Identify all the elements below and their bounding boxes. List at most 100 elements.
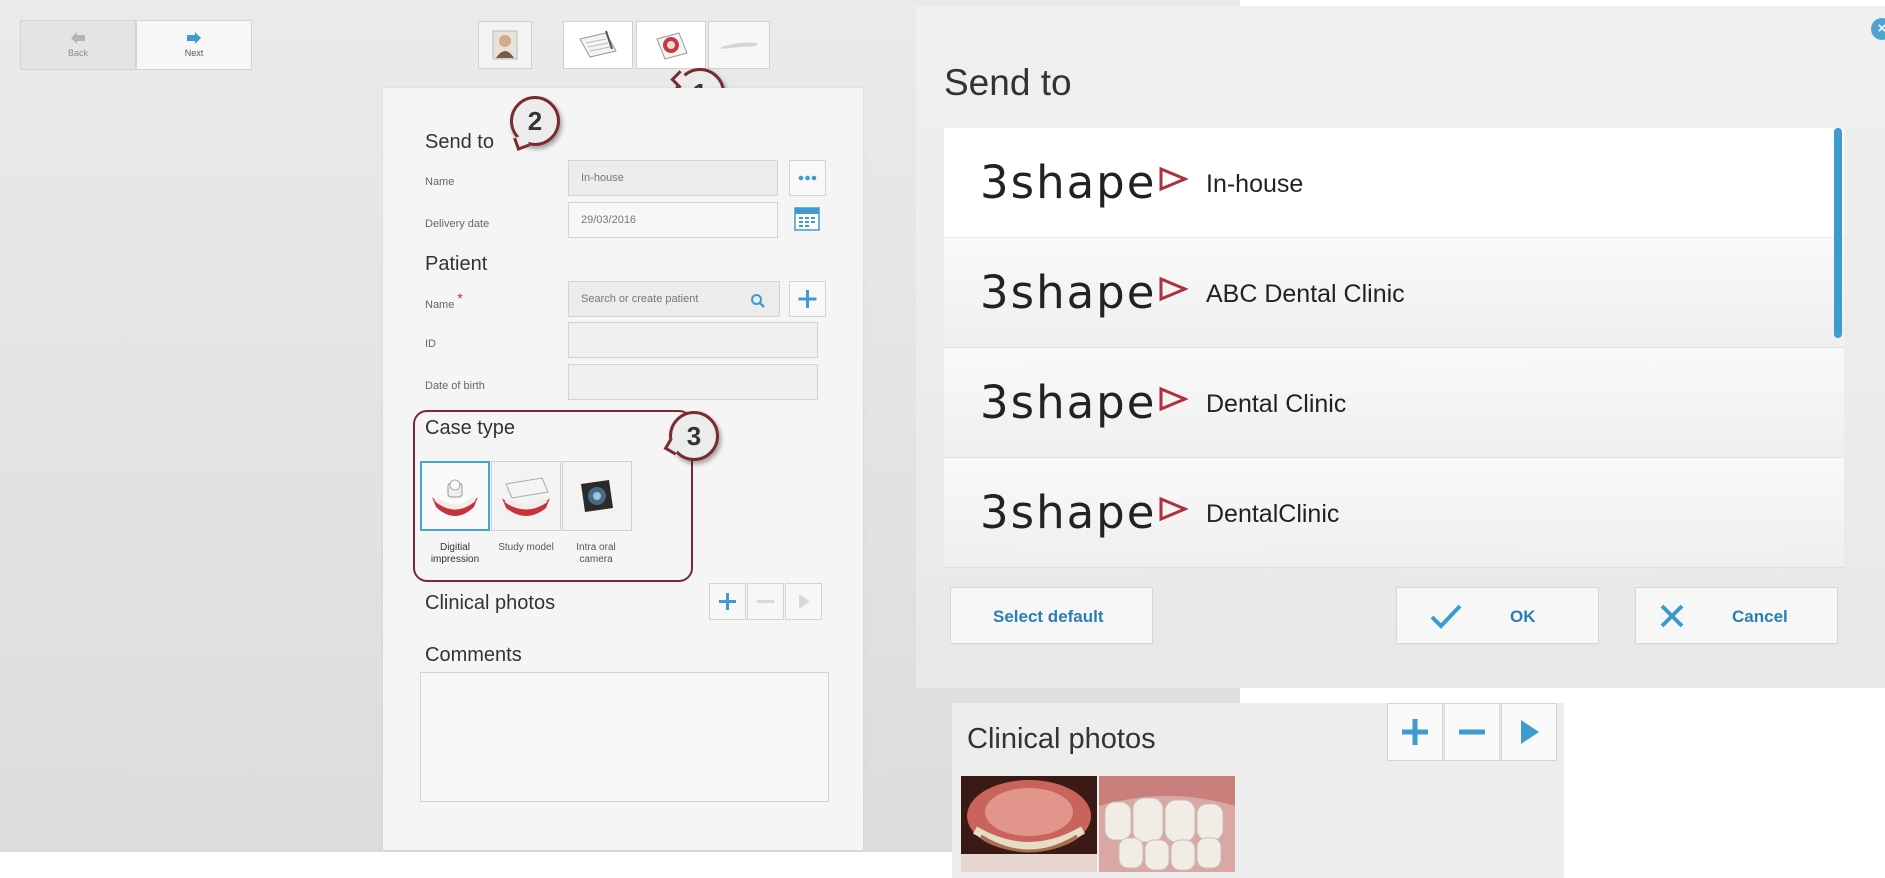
clinical-photos-heading: Clinical photos (425, 592, 556, 614)
plus-icon (719, 593, 736, 610)
front-teeth-photo (1099, 776, 1235, 872)
clinical-photo-thumbnail[interactable] (961, 776, 1097, 872)
calendar-button[interactable] (789, 202, 826, 238)
order-form-icon (579, 30, 617, 58)
patient-photo-icon (492, 30, 518, 60)
close-icon[interactable]: × (1871, 18, 1885, 40)
select-default-label: Select default (993, 607, 1104, 626)
case-type-heading: Case type (425, 417, 516, 439)
remove-photo-button[interactable] (1444, 703, 1500, 761)
patient-heading: Patient (425, 253, 488, 275)
order-form-panel: 2 Send to Name In-house Delivery date 29… (383, 88, 863, 850)
lab-list-item[interactable]: 3shape ABC Dental Clinic (944, 238, 1844, 348)
send-to-heading: Send to (425, 131, 494, 153)
3shape-triangle-icon (1159, 166, 1188, 192)
patient-id-field[interactable] (568, 322, 818, 358)
lab-name: Dental Clinic (1206, 390, 1347, 418)
arrow-left-icon (71, 32, 85, 44)
lab-logo: 3shape (980, 376, 1188, 429)
patient-search-field[interactable]: Search or create patient (568, 281, 780, 317)
patient-dob-field[interactable] (568, 364, 818, 400)
search-icon[interactable] (750, 293, 766, 309)
lab-list-item[interactable]: 3shape Dental Clinic (944, 348, 1844, 458)
logo-text: 3shape (980, 156, 1157, 209)
case-study-model[interactable] (491, 461, 561, 531)
lab-name: In-house (1206, 170, 1304, 198)
inset-title: Clinical photos (967, 723, 1156, 755)
step-order-form[interactable] (563, 21, 633, 69)
callout-3: 3 (669, 411, 719, 461)
case-intra-oral-camera-label: Intra oral camera (576, 542, 616, 565)
add-patient-button[interactable] (789, 281, 826, 317)
plus-icon (1402, 719, 1428, 745)
3shape-triangle-icon (1159, 276, 1188, 302)
logo-text: 3shape (980, 486, 1157, 539)
calendar-icon (794, 207, 820, 231)
step-send[interactable] (708, 21, 770, 69)
ok-label: OK (1510, 607, 1536, 626)
select-default-button[interactable]: Select default (950, 587, 1153, 644)
play-icon (1521, 720, 1539, 744)
study-model-icon (502, 477, 550, 516)
dialog-title: Send to (944, 62, 1072, 103)
close-icon (1660, 604, 1684, 628)
delivery-date-field[interactable]: 29/03/2016 (568, 202, 778, 238)
play-icon (799, 594, 810, 609)
add-photo-button[interactable] (1387, 703, 1443, 761)
lab-list-item[interactable]: 3shape In-house (944, 128, 1844, 238)
ok-button[interactable]: OK (1396, 587, 1599, 644)
back-label: Back (67, 48, 88, 58)
browse-button[interactable] (789, 160, 826, 196)
next-button[interactable]: Next (136, 20, 252, 70)
intra-oral-camera-icon (581, 480, 613, 512)
minus-icon (1459, 729, 1485, 735)
step-scan[interactable] (636, 21, 706, 69)
step-patient[interactable] (478, 21, 532, 69)
cancel-label: Cancel (1732, 607, 1788, 626)
add-photo-button[interactable] (709, 583, 746, 620)
required-mark: * (457, 290, 463, 306)
lab-name: DentalClinic (1206, 500, 1340, 528)
3shape-triangle-icon (1159, 496, 1188, 522)
callout-2: 2 (510, 96, 560, 146)
back-button[interactable]: Back (20, 20, 136, 70)
patient-name-label-text: Name (425, 299, 455, 311)
delivery-date-label: Delivery date (425, 218, 490, 230)
patient-name-label: Name * (425, 290, 463, 311)
case-intra-oral-camera[interactable] (562, 461, 632, 531)
plus-icon (798, 290, 817, 308)
list-scrollbar[interactable] (1834, 128, 1842, 338)
logo-text: 3shape (980, 266, 1157, 319)
lab-logo: 3shape (980, 266, 1188, 319)
comments-textarea[interactable] (420, 672, 829, 802)
cancel-button[interactable]: Cancel (1635, 587, 1838, 644)
minus-icon (757, 600, 774, 603)
digital-impression-icon (432, 479, 478, 516)
case-digital-impression[interactable] (420, 461, 490, 531)
patient-id-label: ID (425, 338, 436, 350)
logo-text: 3shape (980, 376, 1157, 429)
remove-photo-button[interactable] (747, 583, 784, 620)
lab-logo: 3shape (980, 486, 1188, 539)
patient-dob-label: Date of birth (425, 380, 485, 392)
checkmark-icon (1430, 604, 1462, 629)
send-to-name-label: Name (425, 176, 455, 188)
case-study-model-label: Study model (498, 542, 554, 553)
clinical-photo-thumbnail[interactable] (1099, 776, 1235, 872)
play-photos-button[interactable] (1501, 703, 1557, 761)
scanner-wand-icon (721, 42, 757, 49)
more-dots-icon (798, 175, 817, 181)
send-to-name-field[interactable]: In-house (568, 160, 778, 196)
3shape-triangle-icon (1159, 386, 1188, 412)
upper-jaw-photo (961, 776, 1097, 872)
lab-list: 3shape In-house 3shape ABC Dental Clinic… (944, 128, 1844, 568)
lab-list-item[interactable]: 3shape DentalClinic (944, 458, 1844, 568)
next-label: Next (184, 48, 204, 58)
lab-logo: 3shape (980, 156, 1188, 209)
send-to-dialog: Send to × 3shape In-house 3shape ABC Den… (916, 6, 1885, 688)
dental-scan-icon (656, 32, 688, 60)
clinical-photos-inset: Clinical photos (952, 703, 1564, 878)
play-photos-button[interactable] (785, 583, 822, 620)
arrow-right-icon (187, 32, 201, 44)
lab-name: ABC Dental Clinic (1206, 280, 1405, 308)
